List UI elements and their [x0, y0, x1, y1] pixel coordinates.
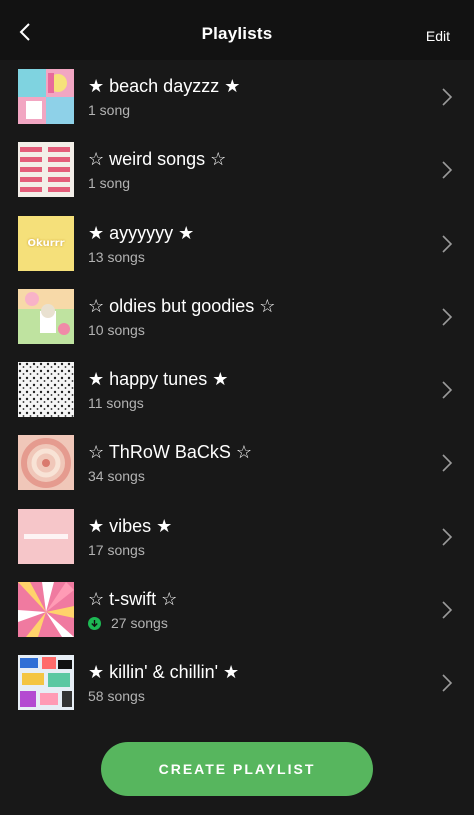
song-count: 34 songs [88, 468, 145, 485]
playlist-name: ☆ oldies but goodies ☆ [88, 295, 276, 316]
song-count: 17 songs [88, 541, 145, 558]
playlist-item[interactable]: ★ beach dayzzz ★ 1 song [0, 60, 474, 133]
chevron-right-icon [442, 454, 453, 473]
playlist-name: ★ beach dayzzz ★ [88, 76, 241, 96]
playlist-cover [18, 288, 74, 344]
playlist-name: ★ killin' & chillin' ★ [88, 662, 240, 683]
playlist-cover [18, 508, 74, 564]
playlist-item[interactable]: ☆ t-swift ☆ 27 songs [0, 573, 474, 646]
playlist-name: ☆ weird songs ☆ [88, 149, 227, 170]
playlist-cover [18, 435, 74, 491]
top-bar: Playlists Edit [0, 0, 474, 60]
playlist-item[interactable]: ☆ weird songs ☆ 1 song [0, 133, 474, 206]
playlist-name: ☆ t-swift ☆ [88, 589, 178, 610]
playlist-cover [18, 362, 74, 418]
song-count: 27 songs [111, 615, 168, 632]
chevron-right-icon [442, 88, 453, 106]
edit-button[interactable]: Edit [426, 28, 450, 44]
playlist-item[interactable]: ★ vibes ★ 17 songs [0, 500, 474, 573]
playlist-cover [18, 582, 74, 638]
playlist-item[interactable]: ★ killin' & chillin' ★ 58 songs [0, 646, 474, 719]
song-count: 1 song [88, 175, 131, 192]
song-count: 58 songs [88, 688, 145, 705]
playlist-cover [18, 69, 74, 124]
playlist-item[interactable]: ☆ ThRoW BaCkS ☆ 34 songs [0, 426, 474, 499]
playlist-cover [18, 655, 74, 711]
playlist-item[interactable]: ☆ oldies but goodies ☆ 10 songs [0, 280, 474, 353]
playlist-cover [18, 142, 74, 198]
song-count: 10 songs [88, 321, 145, 338]
page-title: Playlists [201, 24, 273, 43]
playlist-item[interactable]: Okurrr ★ ayyyyyy ★ 13 songs [0, 207, 474, 280]
cover-text: Okurrr [27, 237, 65, 249]
create-playlist-button[interactable]: CREATE PLAYLIST [101, 742, 373, 796]
playlist-cover: Okurrr [18, 215, 74, 271]
playlist-name: ★ happy tunes ★ [88, 369, 229, 390]
chevron-right-icon [442, 601, 453, 619]
song-count: 13 songs [88, 248, 145, 265]
chevron-right-icon [442, 381, 453, 399]
chevron-right-icon [442, 235, 453, 253]
chevron-right-icon [442, 161, 453, 179]
playlist-list: ★ beach dayzzz ★ 1 song ☆ weird songs ☆ … [0, 60, 474, 720]
chevron-right-icon [442, 674, 453, 692]
song-count: 1 song [88, 102, 131, 118]
playlist-name: ☆ ThRoW BaCkS ☆ [88, 442, 252, 463]
chevron-right-icon [442, 308, 453, 326]
playlist-item[interactable]: ★ happy tunes ★ 11 songs [0, 353, 474, 426]
playlist-name: ★ ayyyyyy ★ [88, 222, 195, 243]
download-icon [88, 616, 101, 630]
playlist-name: ★ vibes ★ [88, 515, 173, 536]
song-count: 11 songs [88, 395, 144, 412]
chevron-right-icon [442, 528, 453, 546]
